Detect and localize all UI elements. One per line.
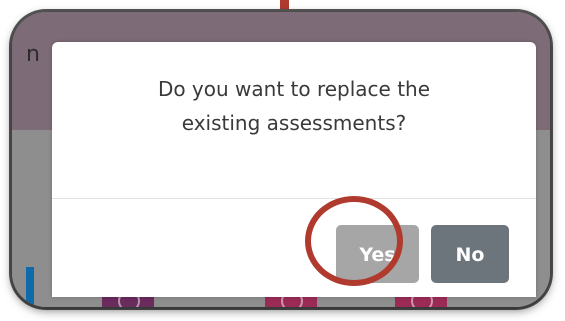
dialog-divider — [52, 198, 536, 199]
confirm-dialog: Do you want to replace the existing asse… — [52, 42, 536, 297]
dialog-question-line-1: Do you want to replace the — [157, 77, 431, 101]
annotation-highlight-circle — [305, 196, 403, 286]
dialog-question: Do you want to replace the existing asse… — [52, 72, 536, 140]
background-edge-accent — [26, 267, 34, 307]
dialog-question-line-2: existing assessments? — [181, 111, 407, 135]
screenshot-frame: n Do you want to replace the existing as… — [12, 12, 550, 307]
background-text-fragment: n — [26, 42, 40, 67]
no-button[interactable]: No — [431, 225, 509, 283]
